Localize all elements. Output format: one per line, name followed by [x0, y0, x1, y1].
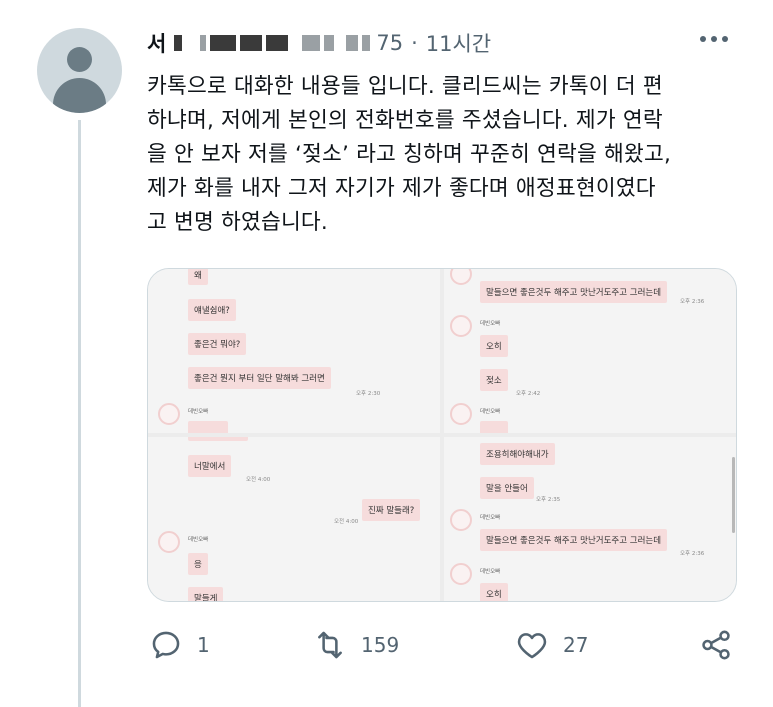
chat-sender: 데빈오빠	[188, 409, 209, 415]
chat-timestamp: 오후 2:35	[536, 497, 561, 503]
image-scrollbar	[732, 457, 735, 533]
more-dot	[700, 36, 706, 42]
chat-bubble: 진짜 말들래?	[362, 499, 421, 521]
chat-bubble: 젖소	[480, 369, 508, 391]
tweet-text: 카톡으로 대화한 내용들 입니다. 클리드씨는 카톡이 더 편 하냐며, 저에게…	[147, 70, 737, 240]
chat-bubble: 너말에서	[188, 455, 232, 477]
more-dot	[722, 36, 728, 42]
chat-bubble: 말을 안들어	[480, 477, 534, 499]
author-name[interactable]: 서	[147, 28, 166, 58]
handle-tail: 75	[376, 31, 404, 55]
more-dot	[711, 36, 717, 42]
profile-avatar	[450, 315, 472, 337]
reply-button[interactable]: 1	[149, 628, 210, 662]
chat-timestamp: 오후 2:36	[680, 551, 705, 557]
profile-avatar	[450, 269, 472, 285]
thread-line	[78, 120, 81, 707]
like-button[interactable]: 27	[515, 628, 588, 662]
chat-screenshot-2: 말들으면 좋은것두 해주고 맛난거도주고 그러는데 오후 2:36 데빈오빠 오…	[444, 269, 736, 433]
profile-avatar	[158, 403, 180, 425]
chat-bubble: 얘낼쉼애?	[188, 299, 236, 321]
reply-icon	[152, 631, 180, 659]
chat-sender: 데빈오빠	[480, 515, 501, 521]
chat-sender: 데빈오빠	[480, 569, 501, 575]
tweet-text-line: 제가 화를 내자 그저 자기가 제가 좋다며 애정표현이였다	[147, 176, 656, 201]
chat-bubble: 좋은건 뭔지 부터 일단 말해봐 그러면	[188, 367, 331, 389]
chat-bubble: 오히	[480, 583, 508, 601]
attached-image[interactable]: 왜 얘낼쉼애? 좋은건 뭐야? 좋은건 뭔지 부터 일단 말해봐 그러면 오후 …	[147, 268, 737, 602]
chat-screenshot-4: 조용히해야해내가 말을 안들어 오후 2:35 데빈오빠 말들으면 좋은것두 해…	[444, 437, 736, 601]
tweet-text-line: 을 안 보자 저를 ‘젖소’ 라고 칭하며 꾸준히 연락을 해왔고,	[147, 142, 671, 167]
retweet-button[interactable]: 159	[313, 628, 399, 662]
chat-bubble: 왜	[188, 269, 208, 285]
chat-bubble-partial	[188, 421, 228, 433]
avatar-head	[67, 47, 92, 72]
tweet-header: 서 75 · 11시간	[147, 26, 491, 60]
profile-avatar	[158, 531, 180, 553]
share-button[interactable]	[699, 628, 733, 662]
avatar[interactable]	[37, 28, 122, 113]
chat-bubble: 오히	[480, 335, 508, 357]
share-icon	[702, 630, 730, 660]
chat-timestamp: 오후 2:36	[680, 299, 705, 305]
chat-bubble-partial	[480, 421, 508, 433]
chat-bubble: 말들으면 좋은것두 해주고 맛난거도주고 그러는데	[480, 529, 668, 551]
reply-count: 1	[197, 633, 210, 657]
chat-bubble: 말들게	[188, 587, 224, 601]
profile-avatar	[450, 403, 472, 425]
chat-timestamp: 오후 2:42	[516, 391, 541, 397]
tweet-text-line: 하냐며, 저에게 본인의 전화번호를 주셨습니다. 제가 연락	[147, 108, 663, 133]
heart-icon	[517, 633, 547, 659]
header-separator: ·	[411, 31, 418, 55]
profile-avatar	[450, 563, 472, 585]
chat-screenshot-3: 너말에서 오전 4:00 진짜 말들래? 오전 4:00 데빈오빠 응 말들게	[148, 437, 440, 601]
chat-bubble: 말들으면 좋은것두 해주고 맛난거도주고 그러는데	[480, 281, 668, 303]
profile-avatar	[450, 509, 472, 531]
like-count: 27	[563, 633, 589, 657]
redacted-handle	[174, 35, 371, 51]
chat-sender: 데빈오빠	[480, 409, 501, 415]
tweet-text-line: 카톡으로 대화한 내용들 입니다. 클리드씨는 카톡이 더 편	[147, 74, 663, 99]
chat-bubble: 응	[188, 553, 208, 575]
chat-timestamp: 오전 4:00	[334, 519, 359, 525]
tweet-text-line: 고 변명 하였습니다.	[147, 210, 328, 235]
chat-timestamp: 오전 4:00	[246, 477, 271, 483]
retweet-icon	[318, 631, 342, 659]
chat-screenshot-1: 왜 얘낼쉼애? 좋은건 뭐야? 좋은건 뭔지 부터 일단 말해봐 그러면 오후 …	[148, 269, 440, 433]
tweet-actions: 1 159 27	[147, 628, 737, 672]
chat-sender: 데빈오빠	[480, 321, 501, 327]
chat-sender: 데빈오빠	[188, 537, 209, 543]
chat-timestamp: 오후 2:30	[356, 391, 381, 397]
chat-bubble: 좋은건 뭐야?	[188, 333, 247, 355]
chat-bubble: 조용히해야해내가	[480, 443, 555, 465]
retweet-count: 159	[361, 633, 400, 657]
more-icon[interactable]	[700, 36, 728, 42]
avatar-body	[53, 78, 106, 113]
post-time[interactable]: 11시간	[426, 28, 491, 58]
chat-bubble-partial	[188, 437, 248, 441]
